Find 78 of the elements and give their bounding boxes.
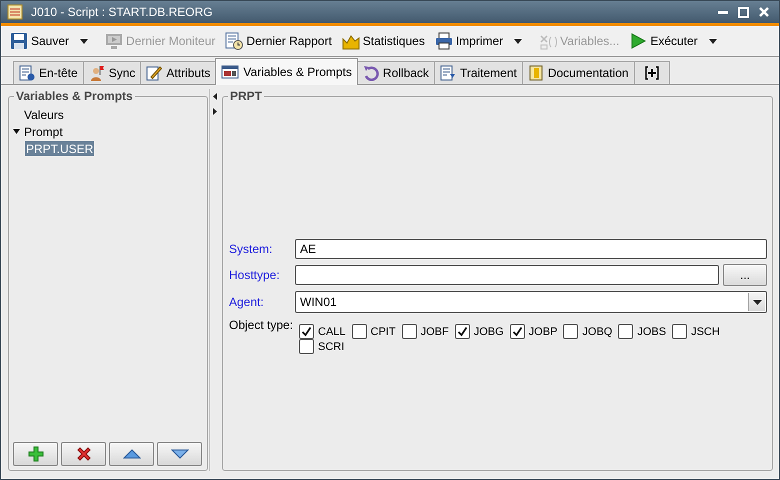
- checkbox-label: JOBP: [528, 326, 558, 338]
- panel-title: Variables & Prompts: [15, 89, 134, 103]
- tab[interactable]: Attributs: [140, 61, 216, 84]
- delete-button[interactable]: [61, 442, 106, 466]
- agent-dropdown[interactable]: WIN01: [295, 291, 767, 313]
- checkbox[interactable]: [510, 324, 525, 339]
- checkbox[interactable]: [672, 324, 688, 339]
- person-flag-icon: [88, 65, 105, 81]
- down-triangle-icon: [170, 449, 188, 459]
- checkbox-label: CPIT: [370, 326, 396, 338]
- checkbox[interactable]: [299, 339, 314, 354]
- checkbox-label: JSCH: [691, 326, 720, 338]
- plus-icon: [28, 446, 44, 462]
- dropdown-arrow-icon: [752, 300, 762, 304]
- toolbar-button[interactable]: Imprimer: [432, 30, 506, 52]
- checkbox[interactable]: [618, 324, 634, 339]
- tree-item[interactable]: PRPT.USER: [25, 141, 94, 156]
- up-triangle-icon: [122, 449, 140, 459]
- checkbox-label: JOBG: [474, 326, 504, 338]
- undo-arrow-icon: [362, 65, 379, 81]
- toolbar-button[interactable]: Dernier Rapport: [222, 30, 335, 52]
- caret-icon: [708, 38, 717, 44]
- book-icon: [528, 65, 544, 81]
- checkbox[interactable]: [402, 324, 417, 339]
- pencil-document-icon: [146, 65, 162, 81]
- checkbox[interactable]: [563, 324, 578, 339]
- checkbox-label: SCRI: [318, 340, 344, 352]
- printer-icon: [434, 32, 453, 50]
- window-card-icon: [221, 65, 240, 79]
- script-icon: [7, 4, 23, 20]
- field-label: Object type:: [229, 318, 294, 332]
- expand-right-icon: [213, 108, 217, 115]
- checkbox-label: JOBF: [420, 326, 449, 338]
- close-icon: [759, 7, 769, 17]
- checkbox-label: JOBQ: [582, 326, 612, 338]
- tab[interactable]: Rollback: [356, 61, 435, 84]
- tab[interactable]: Sync: [82, 61, 142, 84]
- report-clock-icon: [225, 32, 244, 50]
- toolbar-button[interactable]: Statistiques: [338, 30, 428, 52]
- move-down-button[interactable]: [157, 442, 202, 466]
- document-info-icon: [19, 65, 35, 81]
- input-field[interactable]: [295, 265, 719, 285]
- add-button[interactable]: [13, 442, 58, 466]
- maximize-icon: [738, 6, 749, 18]
- checkbox[interactable]: [299, 324, 314, 339]
- checkmark-icon: [512, 326, 523, 337]
- browse-button[interactable]: ...: [723, 264, 767, 286]
- checkmark-icon: [301, 326, 312, 337]
- minimize-icon: [718, 10, 728, 14]
- caret-icon: [514, 38, 522, 44]
- tab[interactable]: Documentation: [522, 61, 635, 84]
- checkbox[interactable]: [352, 324, 367, 339]
- field-label: System:: [229, 242, 274, 256]
- caret-icon: [80, 38, 88, 44]
- collapse-left-icon: [213, 93, 217, 100]
- tab[interactable]: Traitement: [434, 61, 523, 84]
- play-icon: [629, 32, 648, 50]
- list-document-icon: [440, 65, 456, 81]
- tree-item[interactable]: Prompt: [23, 124, 64, 139]
- toolbar-button[interactable]: Exécuter: [626, 30, 701, 52]
- add-tab-button[interactable]: [634, 61, 670, 84]
- tab[interactable]: Variables & Prompts: [215, 58, 358, 85]
- checkbox-label: JOBS: [637, 326, 666, 338]
- tab[interactable]: En-tête: [13, 61, 84, 84]
- tree-item[interactable]: Valeurs: [23, 107, 65, 122]
- toolbar-button[interactable]: Sauver: [7, 30, 72, 52]
- input-field[interactable]: AE: [295, 239, 767, 259]
- checkbox-label: CALL: [318, 326, 346, 338]
- x-icon: [76, 446, 92, 462]
- add-tab-icon: [644, 65, 660, 81]
- field-label: Hosttype:: [229, 268, 281, 282]
- field-label: Agent:: [229, 295, 265, 309]
- move-up-button[interactable]: [109, 442, 154, 466]
- window-title: J010 - Script : START.DB.REORG: [31, 5, 214, 19]
- checkbox[interactable]: [454, 324, 470, 339]
- checkmark-icon: [456, 326, 468, 337]
- monitor-icon: [105, 32, 124, 50]
- panel-title: PRPT: [229, 89, 264, 103]
